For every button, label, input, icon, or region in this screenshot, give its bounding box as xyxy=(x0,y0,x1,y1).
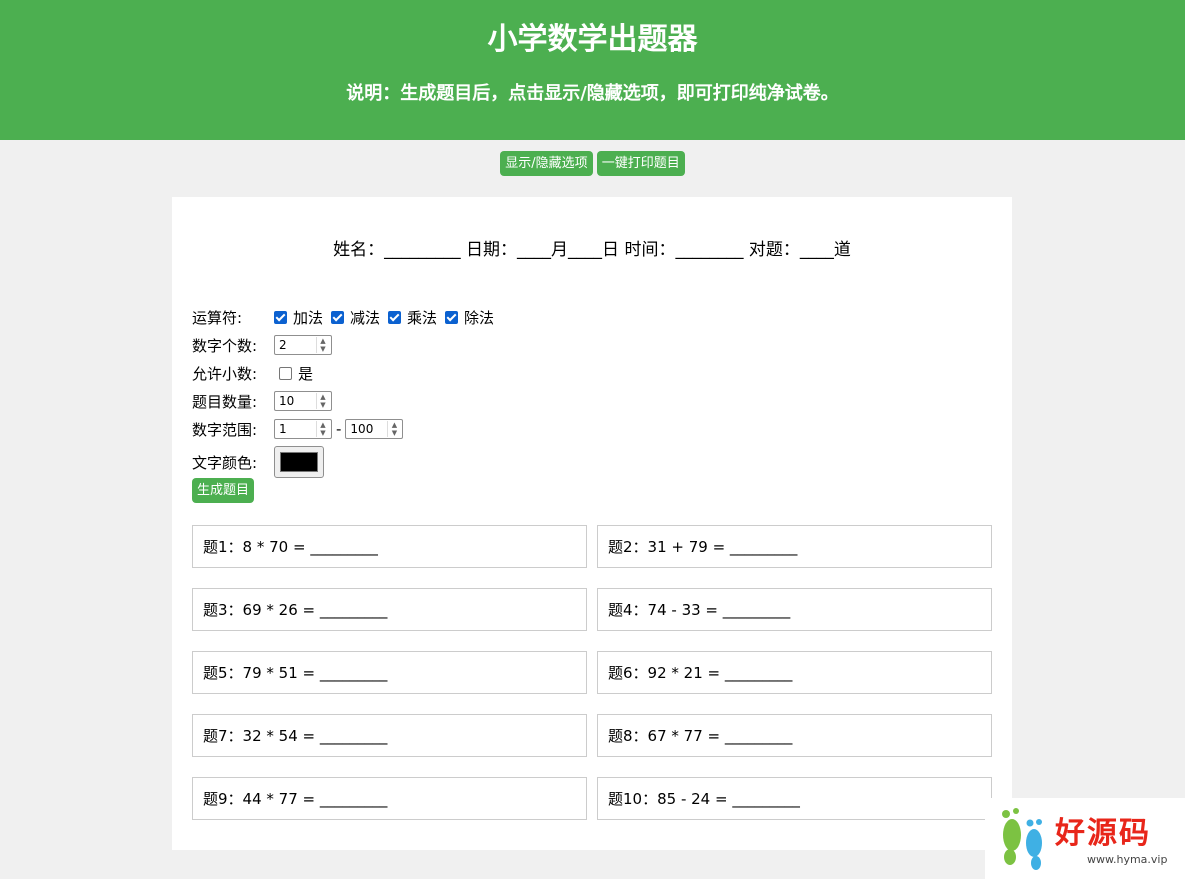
quantity-input[interactable]: 10 ▲ ▼ xyxy=(274,391,332,411)
spinner-icon[interactable]: ▲ ▼ xyxy=(387,421,400,437)
checkbox-checked-icon[interactable] xyxy=(274,310,287,324)
checkbox-checked-icon[interactable] xyxy=(331,310,345,324)
range-max-value: 100 xyxy=(350,422,374,436)
operator-multiply-label: 乘法 xyxy=(407,308,438,327)
color-label: 文字颜色: xyxy=(192,453,258,472)
checkbox-checked-icon[interactable] xyxy=(388,310,402,324)
operators-row: 运算符: 加法 减法 乘法 除法 xyxy=(192,303,692,331)
problems-grid: 题1：8 * 70 = _________ 题2：31 + 79 = _____… xyxy=(192,525,992,820)
spinner-icon[interactable]: ▲ ▼ xyxy=(316,421,329,437)
range-max-input[interactable]: 100 ▲ ▼ xyxy=(345,419,404,439)
quantity-value: 10 xyxy=(279,394,295,408)
problem-item: 题9：44 * 77 = _________ xyxy=(192,777,587,820)
operator-subtract-label: 减法 xyxy=(350,308,381,327)
number-count-row: 数字个数: 2 ▲ ▼ xyxy=(192,331,692,359)
color-row: 文字颜色: xyxy=(192,443,692,481)
operator-divide-label: 除法 xyxy=(464,308,495,327)
range-separator: - xyxy=(336,420,342,438)
spinner-icon[interactable]: ▲ ▼ xyxy=(316,393,329,409)
problem-item: 题10：85 - 24 = _________ xyxy=(597,777,992,820)
decimal-label: 允许小数: xyxy=(192,364,258,383)
spinner-icon[interactable]: ▲ ▼ xyxy=(316,337,329,353)
page-instructions: 说明：生成题目后，点击显示/隐藏选项，即可打印纯净试卷。 xyxy=(346,83,839,104)
range-row: 数字范围: 1 ▲ ▼ - 100 ▲ ▼ xyxy=(192,415,692,443)
operator-multiply-checkbox[interactable]: 乘法 xyxy=(388,307,437,328)
problem-item: 题2：31 + 79 = _________ xyxy=(597,525,992,568)
problem-item: 题8：67 * 77 = _________ xyxy=(597,714,992,757)
color-swatch xyxy=(280,452,318,472)
operator-add-label: 加法 xyxy=(293,308,324,327)
operator-divide-checkbox[interactable]: 除法 xyxy=(445,307,494,328)
top-toolbar: 显示/隐藏选项 一键打印题目 xyxy=(0,151,1185,176)
watermark: 好源码 www.hyma.vip xyxy=(985,798,1185,879)
range-min-input[interactable]: 1 ▲ ▼ xyxy=(274,419,332,439)
problem-item: 题7：32 * 54 = _________ xyxy=(192,714,587,757)
watermark-url: www.hyma.vip xyxy=(1087,853,1168,866)
operator-subtract-checkbox[interactable]: 减法 xyxy=(331,307,380,328)
problem-item: 题6：92 * 21 = _________ xyxy=(597,651,992,694)
problem-item: 题5：79 * 51 = _________ xyxy=(192,651,587,694)
problem-item: 题4：74 - 33 = _________ xyxy=(597,588,992,631)
number-count-label: 数字个数: xyxy=(192,336,258,355)
decimal-row: 允许小数: 是 xyxy=(192,359,692,387)
problem-item: 题1：8 * 70 = _________ xyxy=(192,525,587,568)
number-count-input[interactable]: 2 ▲ ▼ xyxy=(274,335,332,355)
quantity-label: 题目数量: xyxy=(192,392,258,411)
quantity-row: 题目数量: 10 ▲ ▼ xyxy=(192,387,692,415)
problem-item: 题3：69 * 26 = _________ xyxy=(192,588,587,631)
checkbox-unchecked-icon[interactable] xyxy=(279,366,292,380)
decimal-checkbox[interactable]: 是 xyxy=(279,363,313,384)
operator-add-checkbox[interactable]: 加法 xyxy=(274,307,323,328)
range-label: 数字范围: xyxy=(192,420,258,439)
watermark-title: 好源码 xyxy=(1055,816,1151,851)
number-count-value: 2 xyxy=(279,338,287,352)
operators-label: 运算符: xyxy=(192,308,243,327)
checkbox-checked-icon[interactable] xyxy=(445,310,459,324)
page-header: 小学数学出题器 说明：生成题目后，点击显示/隐藏选项，即可打印纯净试卷。 xyxy=(0,0,1185,140)
footprint-logo-icon xyxy=(1002,808,1042,870)
page-title: 小学数学出题器 xyxy=(487,22,698,57)
generate-button[interactable]: 生成题目 xyxy=(192,478,255,503)
student-info-line: 姓名：_________ 日期：____月____日 时间：________ 对… xyxy=(333,240,851,260)
toggle-options-button[interactable]: 显示/隐藏选项 xyxy=(500,151,593,176)
range-min-value: 1 xyxy=(279,422,287,436)
options-panel: 运算符: 加法 减法 乘法 除法 数字个数: 2 ▲ ▼ 允许小数: 是 题目数… xyxy=(192,303,692,481)
decimal-option-label: 是 xyxy=(298,364,314,383)
print-button[interactable]: 一键打印题目 xyxy=(596,151,685,176)
color-picker[interactable] xyxy=(274,446,324,478)
